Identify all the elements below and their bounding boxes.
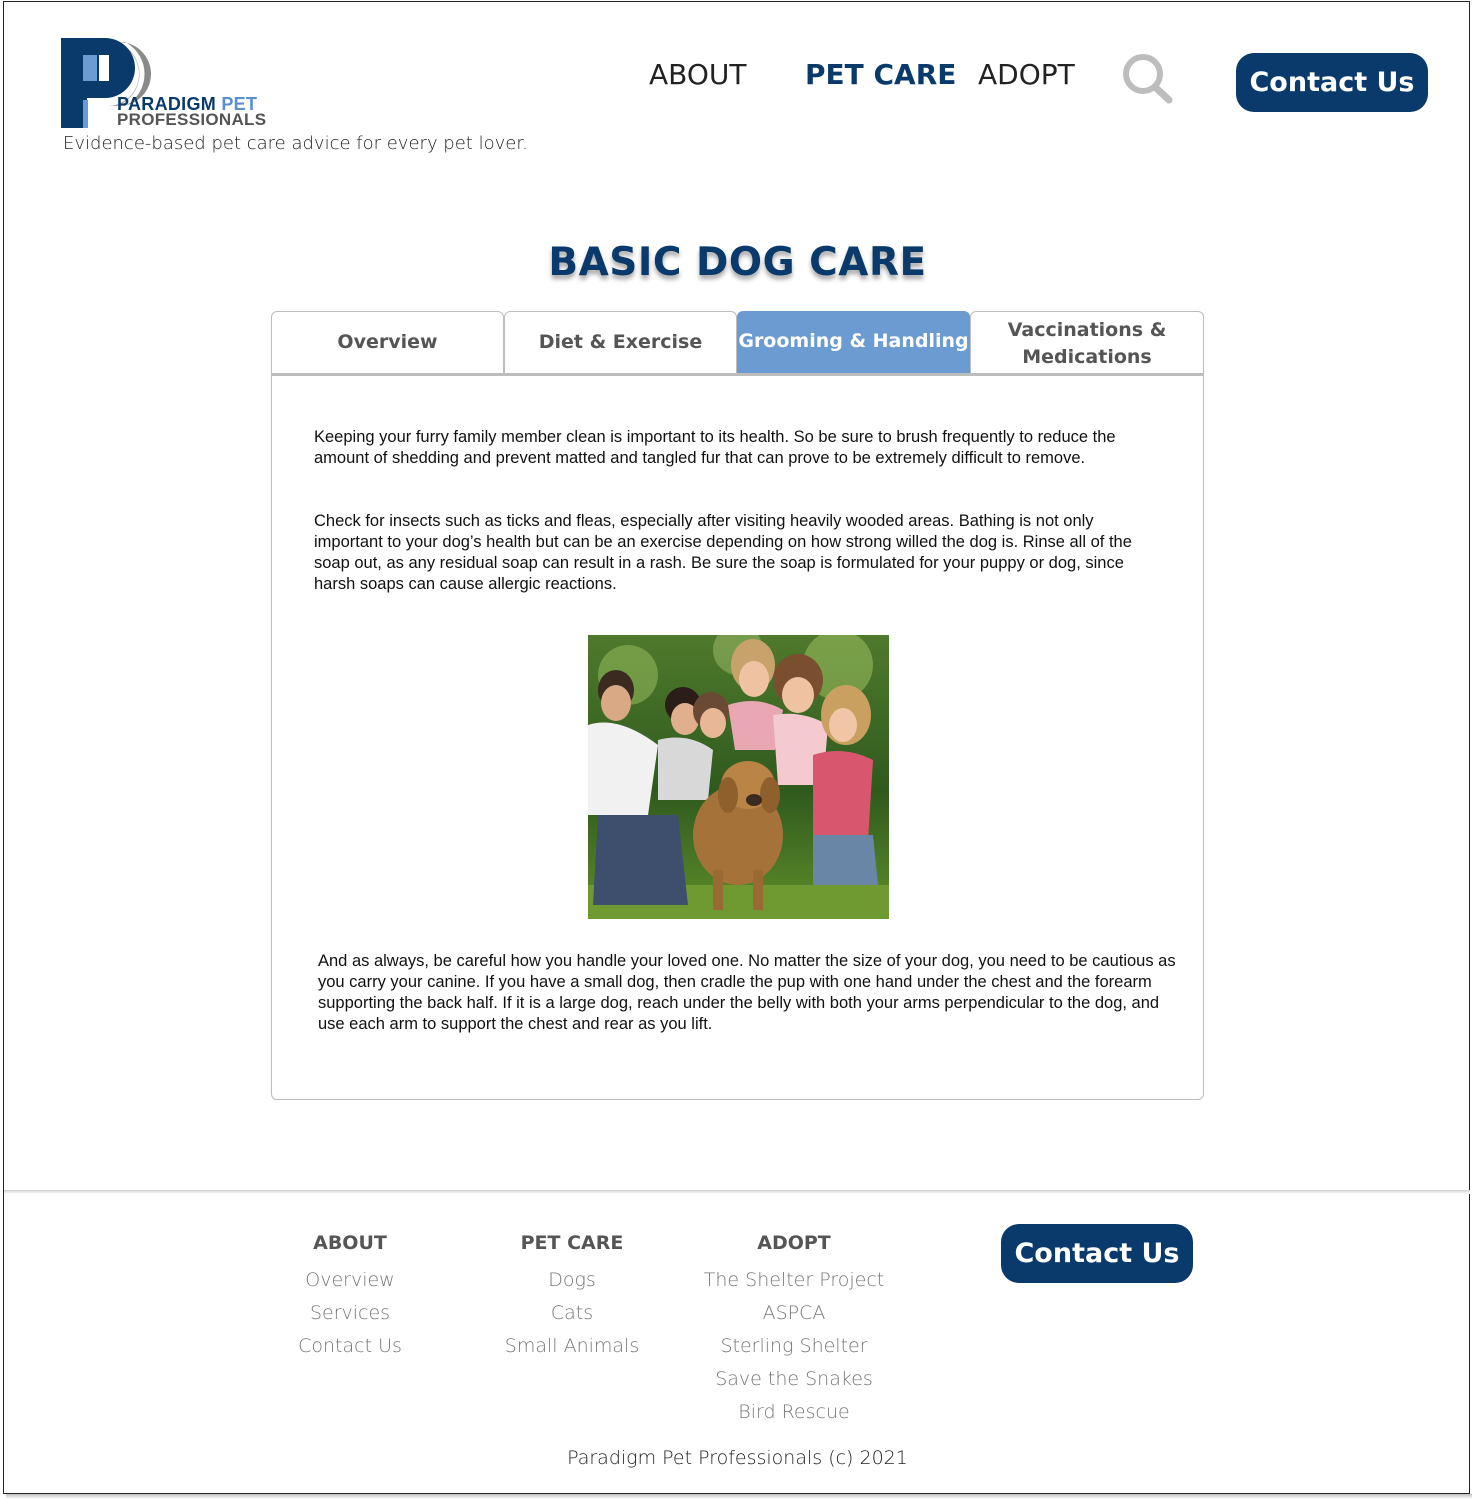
footer-heading-adopt: ADOPT bbox=[757, 1232, 831, 1254]
footer-link-cats[interactable]: Cats bbox=[462, 1297, 682, 1330]
logo-wordmark-line2: PROFESSIONALS bbox=[117, 110, 267, 129]
footer-contact-us-button[interactable]: Contact Us bbox=[1001, 1224, 1193, 1283]
nav-adopt[interactable]: ADOPT bbox=[978, 58, 1075, 91]
family-with-dog-photo bbox=[588, 635, 889, 919]
footer-divider bbox=[4, 1190, 1470, 1194]
brand-logo[interactable]: PARADIGM PET PROFESSIONALS bbox=[61, 38, 281, 130]
tab-panel-grooming: Keeping your furry family member clean i… bbox=[271, 373, 1204, 1100]
paragraph-brushing: Keeping your furry family member clean i… bbox=[314, 428, 1116, 467]
footer-column-pet-care: PET CARE Dogs Cats Small Animals bbox=[462, 1230, 682, 1363]
footer-link-shelter-project[interactable]: The Shelter Project bbox=[684, 1264, 904, 1297]
footer-heading-pet-care: PET CARE bbox=[520, 1232, 624, 1254]
footer-link-services[interactable]: Services bbox=[240, 1297, 460, 1330]
footer-column-adopt: ADOPT The Shelter Project ASPCA Sterling… bbox=[684, 1230, 904, 1429]
footer-link-save-the-snakes[interactable]: Save the Snakes bbox=[684, 1363, 904, 1396]
page-title: BASIC DOG CARE bbox=[548, 240, 927, 285]
footer-link-sterling-shelter[interactable]: Sterling Shelter bbox=[684, 1330, 904, 1363]
footer-column-about: ABOUT Overview Services Contact Us bbox=[240, 1230, 460, 1363]
footer-heading-about: ABOUT bbox=[313, 1232, 387, 1254]
paragraph-handling: And as always, be careful how you handle… bbox=[318, 952, 1176, 1033]
tab-bar: Overview Diet & Exercise Grooming & Hand… bbox=[271, 311, 1204, 374]
search-icon[interactable] bbox=[1120, 52, 1174, 104]
tab-vaccinations-medications[interactable]: Vaccinations & Medications bbox=[970, 311, 1204, 373]
tagline: Evidence-based pet care advice for every… bbox=[63, 133, 528, 154]
nav-about[interactable]: ABOUT bbox=[649, 58, 747, 91]
footer-link-aspca[interactable]: ASPCA bbox=[684, 1297, 904, 1330]
footer-link-dogs[interactable]: Dogs bbox=[462, 1264, 682, 1297]
tab-grooming-handling[interactable]: Grooming & Handling bbox=[737, 311, 970, 373]
tab-diet-exercise[interactable]: Diet & Exercise bbox=[504, 311, 737, 373]
contact-us-button[interactable]: Contact Us bbox=[1236, 53, 1428, 112]
tab-overview[interactable]: Overview bbox=[271, 311, 504, 373]
paragraph-bathing: Check for insects such as ticks and flea… bbox=[314, 512, 1132, 593]
footer-link-overview[interactable]: Overview bbox=[240, 1264, 460, 1297]
footer-link-contact-us[interactable]: Contact Us bbox=[240, 1330, 460, 1363]
nav-pet-care[interactable]: PET CARE bbox=[805, 58, 956, 91]
footer-link-bird-rescue[interactable]: Bird Rescue bbox=[684, 1396, 904, 1429]
copyright: Paradigm Pet Professionals (c) 2021 bbox=[567, 1447, 908, 1469]
page-shadow bbox=[6, 1494, 1472, 1499]
footer-link-small-animals[interactable]: Small Animals bbox=[462, 1330, 682, 1363]
